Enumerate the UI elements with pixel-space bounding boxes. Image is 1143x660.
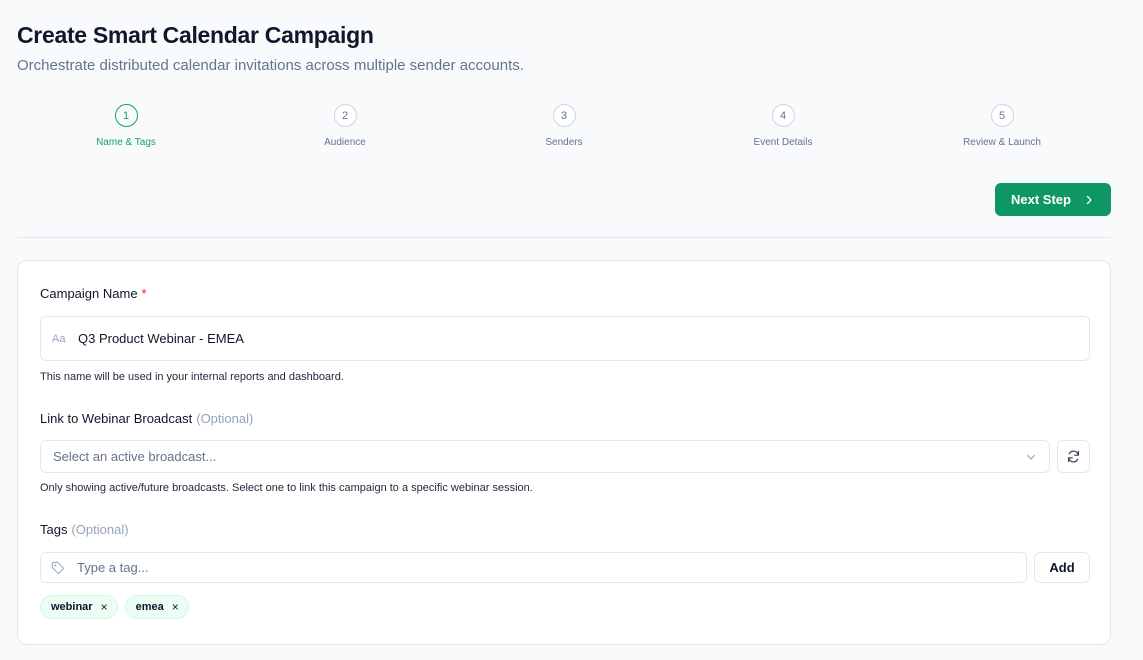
tags-label: Tags (Optional) — [40, 522, 129, 537]
webinar-label: Link to Webinar Broadcast (Optional) — [40, 411, 253, 426]
tags-label-text: Tags — [40, 522, 68, 537]
step-label: Name & Tags — [96, 137, 156, 148]
optional-hint: (Optional) — [196, 411, 254, 426]
refresh-broadcasts-button[interactable] — [1057, 440, 1090, 473]
step-audience[interactable]: 2 Audience — [275, 104, 415, 148]
webinar-help: Only showing active/future broadcasts. S… — [40, 482, 533, 494]
optional-hint: (Optional) — [71, 522, 129, 537]
step-label: Review & Launch — [963, 137, 1041, 148]
campaign-name-help: This name will be used in your internal … — [40, 371, 344, 383]
step-number: 4 — [771, 104, 795, 127]
remove-tag-icon[interactable]: × — [101, 601, 108, 613]
text-type-icon: Aa — [52, 332, 66, 345]
chevron-down-icon — [1026, 454, 1036, 460]
tag-chip-label: webinar — [51, 601, 93, 613]
page-title: Create Smart Calendar Campaign — [17, 22, 374, 48]
step-number: 5 — [990, 104, 1014, 127]
stepper: 1 Name & Tags 2 Audience 3 Senders 4 Eve… — [17, 104, 1111, 154]
tag-icon — [51, 561, 65, 574]
chevron-right-icon — [1086, 195, 1092, 204]
next-step-label: Next Step — [1011, 192, 1071, 207]
webinar-label-text: Link to Webinar Broadcast — [40, 411, 193, 426]
tag-chip: webinar × — [40, 595, 118, 619]
step-senders[interactable]: 3 Senders — [494, 104, 634, 148]
add-tag-button[interactable]: Add — [1034, 552, 1090, 583]
form-card: Campaign Name * Aa Q3 Product Webinar - … — [17, 260, 1111, 645]
tag-input[interactable] — [77, 560, 977, 575]
remove-tag-icon[interactable]: × — [172, 601, 179, 613]
next-step-button[interactable]: Next Step — [995, 183, 1111, 216]
tag-chip: emea × — [124, 595, 189, 619]
tag-chip-label: emea — [135, 601, 164, 613]
step-number: 2 — [333, 104, 357, 127]
step-number: 1 — [114, 104, 138, 127]
required-mark: * — [141, 286, 147, 301]
step-name-tags[interactable]: 1 Name & Tags — [56, 104, 196, 148]
webinar-select[interactable]: Select an active broadcast... — [40, 440, 1050, 473]
campaign-name-label-text: Campaign Name — [40, 286, 138, 301]
step-label: Event Details — [753, 137, 813, 148]
step-event-details[interactable]: 4 Event Details — [713, 104, 853, 148]
step-review-launch[interactable]: 5 Review & Launch — [932, 104, 1072, 148]
campaign-name-label: Campaign Name * — [40, 286, 147, 301]
step-label: Senders — [545, 137, 583, 148]
step-label: Audience — [324, 137, 366, 148]
header-divider — [17, 237, 1111, 238]
campaign-name-input[interactable]: Aa Q3 Product Webinar - EMEA — [40, 316, 1090, 361]
tag-chips: webinar × emea × — [40, 595, 189, 619]
page-subtitle: Orchestrate distributed calendar invitat… — [17, 57, 524, 74]
campaign-name-value: Q3 Product Webinar - EMEA — [78, 331, 244, 346]
webinar-select-placeholder: Select an active broadcast... — [53, 449, 217, 464]
step-number: 3 — [552, 104, 576, 127]
refresh-icon — [1068, 450, 1079, 463]
tag-input-wrapper[interactable] — [40, 552, 1027, 583]
